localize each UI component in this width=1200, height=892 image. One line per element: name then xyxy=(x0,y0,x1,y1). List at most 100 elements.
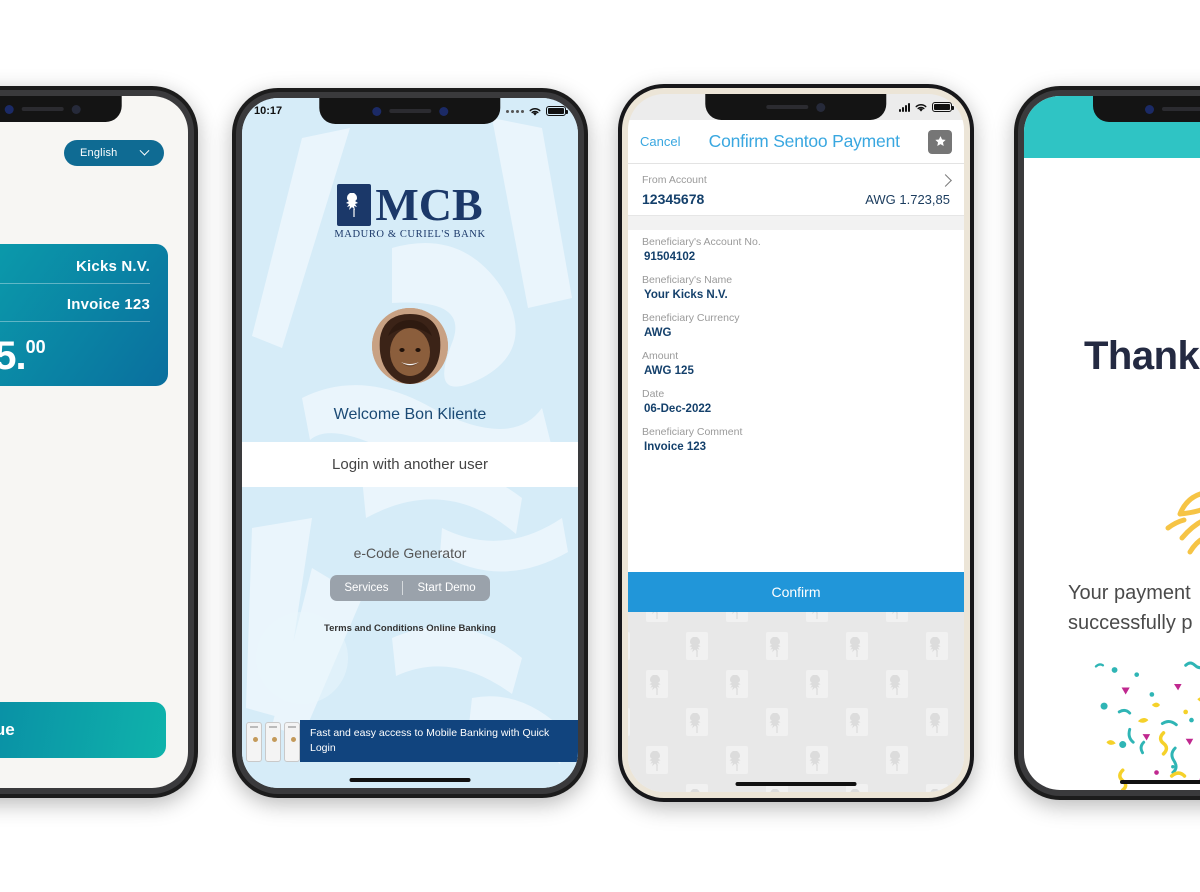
payment-reference: Invoice 123 xyxy=(0,296,150,322)
confetti-illustration xyxy=(1024,656,1200,790)
signal-dots-icon xyxy=(506,109,524,113)
front-camera-icon xyxy=(816,102,826,112)
phone-2-mcb-login: 10:17 MCB MADURO & CURIEL'S BANK Welcome… xyxy=(232,88,588,798)
continue-button[interactable]: ontinue xyxy=(0,702,166,758)
field-beneficiary-account: Beneficiary's Account No. 91504102 xyxy=(628,230,964,268)
phone-mockup-row: English Kicks N.V. Invoice 123 AWG 125. … xyxy=(0,0,1200,892)
phone-screen: English Kicks N.V. Invoice 123 AWG 125. … xyxy=(0,96,188,788)
from-account-row[interactable]: From Account 12345678 AWG 1.723,85 xyxy=(628,164,964,216)
page-title: Confirm Sentoo Payment xyxy=(708,131,900,151)
terms-and-conditions-link[interactable]: Terms and Conditions Online Banking xyxy=(324,623,496,634)
rocket-icon xyxy=(1154,396,1200,556)
phone-screen: Thank Y Your payment successfu xyxy=(1024,96,1200,790)
front-camera-icon xyxy=(372,106,381,116)
notch xyxy=(705,94,887,120)
ecode-generator-label: e-Code Generator xyxy=(353,545,467,562)
cancel-button[interactable]: Cancel xyxy=(640,134,680,149)
quick-login-banner[interactable]: Fast and easy access to Mobile Banking w… xyxy=(242,719,578,762)
field-value: 91504102 xyxy=(644,251,696,263)
sensor-icon xyxy=(72,104,81,114)
status-icons xyxy=(899,102,954,113)
home-indicator xyxy=(735,782,857,786)
field-label: Beneficiary's Account No. xyxy=(642,236,761,248)
navigation-bar: Cancel Confirm Sentoo Payment xyxy=(628,120,964,164)
field-label: Beneficiary Currency xyxy=(642,312,740,324)
notch xyxy=(0,96,122,122)
from-account-number: 12345678 xyxy=(642,191,705,207)
banner-thumbnails xyxy=(242,720,300,762)
field-label: Beneficiary's Name xyxy=(642,274,733,286)
field-amount: Amount AWG 125 xyxy=(628,344,964,382)
status-time: 10:17 xyxy=(254,105,283,117)
language-selector[interactable]: English xyxy=(64,140,164,166)
from-account-header: From Account xyxy=(642,173,952,187)
avatar[interactable] xyxy=(372,308,448,385)
mcb-logo-top: MCB xyxy=(337,179,483,230)
notch xyxy=(319,98,501,124)
status-icons xyxy=(506,106,568,117)
crest-watermark-pattern xyxy=(628,612,964,792)
field-value: Your Kicks N.V. xyxy=(644,289,728,301)
chevron-right-icon xyxy=(939,173,952,187)
phone-1-sentoo-checkout: English Kicks N.V. Invoice 123 AWG 125. … xyxy=(0,86,198,798)
wifi-icon xyxy=(529,107,541,116)
battery-icon xyxy=(546,106,568,116)
segment-services[interactable]: Services xyxy=(330,575,402,601)
success-message-line1: Your payment xyxy=(1068,582,1191,604)
phone-thumbnail-icon xyxy=(265,722,281,762)
phone-thumbnail-icon xyxy=(246,722,262,762)
wifi-icon xyxy=(915,103,927,112)
home-indicator xyxy=(1120,780,1200,784)
field-label: Date xyxy=(642,388,665,400)
phone-thumbnail-icon xyxy=(284,722,300,762)
mcb-wordmark: MCB xyxy=(375,179,483,230)
mcb-logo: MCB MADURO & CURIEL'S BANK xyxy=(334,179,486,241)
sensor-icon xyxy=(439,106,448,116)
amount-integer: 125. xyxy=(0,334,27,378)
language-label: English xyxy=(80,147,118,159)
section-gap xyxy=(628,216,964,230)
welcome-message: Welcome Bon Kliente xyxy=(333,406,487,424)
earpiece-speaker xyxy=(766,105,809,109)
login-content: MCB MADURO & CURIEL'S BANK Welcome Bon K… xyxy=(242,98,578,788)
mcb-crest-icon xyxy=(337,184,372,227)
front-camera-icon xyxy=(5,104,14,114)
checkout-body: English Kicks N.V. Invoice 123 AWG 125. … xyxy=(0,96,188,788)
amount-card: Kicks N.V. Invoice 123 AWG 125. 00 xyxy=(0,244,168,386)
field-beneficiary-currency: Beneficiary Currency AWG xyxy=(628,306,964,344)
banner-text: Fast and easy access to Mobile Banking w… xyxy=(300,719,578,762)
success-heading: Thank Y xyxy=(1084,334,1200,378)
mcb-tagline: MADURO & CURIEL'S BANK xyxy=(334,229,486,241)
login-another-user-button[interactable]: Login with another user xyxy=(242,442,578,488)
field-date: Date 06-Dec-2022 xyxy=(628,382,964,420)
segment-start-demo[interactable]: Start Demo xyxy=(403,575,489,601)
success-message: Your payment successfully p xyxy=(1068,578,1193,638)
earpiece-speaker xyxy=(1161,107,1200,111)
field-beneficiary-name: Beneficiary's Name Your Kicks N.V. xyxy=(628,268,964,306)
segmented-control: Services Start Demo xyxy=(330,575,490,602)
battery-icon xyxy=(932,102,954,112)
field-label: Amount xyxy=(642,350,679,362)
amount-display: AWG 125. 00 xyxy=(0,334,150,376)
star-icon[interactable] xyxy=(928,129,952,154)
earpiece-speaker xyxy=(22,107,64,111)
from-account-balance: AWG 1.723,85 xyxy=(865,192,950,207)
field-value: AWG xyxy=(644,327,672,339)
field-value: 06-Dec-2022 xyxy=(644,403,712,415)
phone-3-confirm-payment: Cancel Confirm Sentoo Payment From Accou… xyxy=(618,84,974,802)
confirm-button[interactable]: Confirm xyxy=(628,572,964,612)
phone-screen: 10:17 MCB MADURO & CURIEL'S BANK Welcome… xyxy=(242,98,578,788)
signal-icon xyxy=(899,102,910,112)
field-label: Beneficiary Comment xyxy=(642,426,743,438)
phone-screen: Cancel Confirm Sentoo Payment From Accou… xyxy=(628,94,964,792)
home-indicator xyxy=(349,778,471,782)
front-camera-icon xyxy=(1144,104,1154,114)
field-value: AWG 125 xyxy=(644,365,694,377)
notch xyxy=(1093,96,1200,122)
merchant-name: Kicks N.V. xyxy=(0,258,150,284)
from-account-values: 12345678 AWG 1.723,85 xyxy=(642,191,950,207)
field-value: Invoice 123 xyxy=(644,441,707,453)
field-beneficiary-comment: Beneficiary Comment Invoice 123 xyxy=(628,420,964,458)
amount-decimals: 00 xyxy=(25,337,46,357)
from-account-label: From Account xyxy=(642,174,707,186)
